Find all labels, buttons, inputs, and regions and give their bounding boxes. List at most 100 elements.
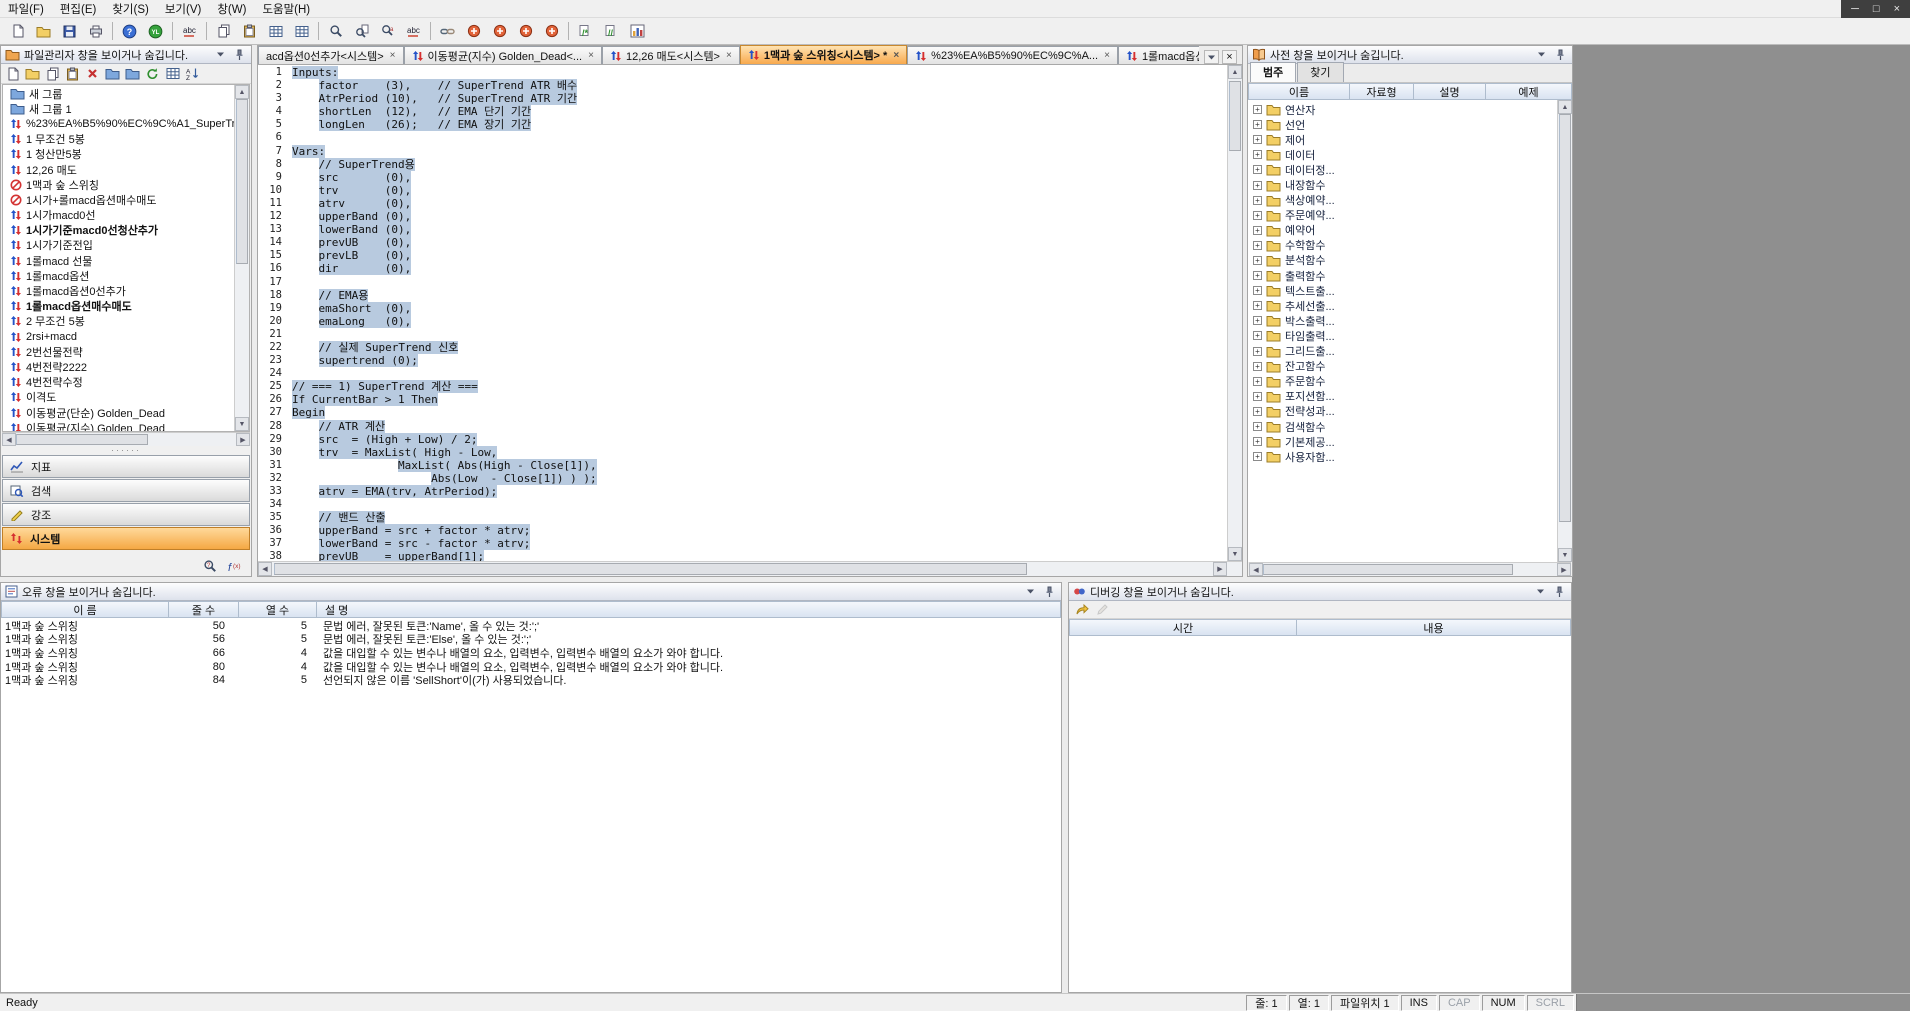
dictionary-tree-item[interactable]: +포지션함... [1248, 389, 1557, 404]
expand-icon[interactable]: + [1253, 407, 1262, 416]
expand-icon[interactable]: + [1253, 362, 1262, 371]
panel-menu-icon[interactable] [1534, 48, 1549, 62]
file-tree-item[interactable]: 이동평균(단순) Golden_Dead [3, 405, 234, 420]
expand-icon[interactable]: + [1253, 392, 1262, 401]
tab-close-icon[interactable]: × [588, 50, 594, 61]
scroll-thumb[interactable] [1229, 81, 1241, 151]
column-header-example[interactable]: 예제 [1486, 83, 1572, 100]
log-output-button[interactable] [1072, 601, 1091, 619]
scroll-thumb[interactable] [16, 434, 148, 445]
dictionary-tree-item[interactable]: +수학함수 [1248, 238, 1557, 253]
file-tree-item[interactable]: %23%EA%B5%90%EC%9C%A1_SuperTrend_% [3, 116, 234, 131]
copy-item-button[interactable] [43, 65, 62, 83]
save-file-button[interactable] [57, 20, 82, 43]
dictionary-tree-item[interactable]: +출력함수 [1248, 268, 1557, 283]
scroll-down-icon[interactable]: ▼ [235, 417, 249, 431]
add-system-button[interactable] [539, 20, 564, 43]
expand-icon[interactable]: + [1253, 241, 1262, 250]
horizontal-scrollbar[interactable]: ◀ ▶ [2, 432, 250, 446]
minimize-button[interactable]: ─ [1851, 0, 1859, 18]
print-button[interactable] [83, 20, 108, 43]
vertical-scrollbar[interactable]: ▲ ▼ [234, 85, 249, 431]
new-item-button[interactable] [3, 65, 22, 83]
expand-icon[interactable]: + [1253, 271, 1262, 280]
export-item-button[interactable] [123, 65, 142, 83]
scroll-thumb[interactable] [236, 99, 248, 264]
file-tree-item[interactable]: 2번선물전략 [3, 344, 234, 359]
horizontal-scrollbar[interactable]: ◀ ▶ [1249, 562, 1571, 576]
editor-tab[interactable]: 이동평균(지수) Golden_Dead<...× [404, 46, 602, 64]
expand-icon[interactable]: + [1253, 301, 1262, 310]
column-header-col[interactable]: 열 수 [239, 601, 317, 618]
tab-close-icon[interactable]: × [726, 50, 732, 61]
file-tree-item[interactable]: 1시가기준전입 [3, 238, 234, 253]
dictionary-tree-item[interactable]: +내장함수 [1248, 177, 1557, 192]
dictionary-tree-item[interactable]: +데이터정... [1248, 162, 1557, 177]
scroll-right-icon[interactable]: ▶ [1557, 563, 1571, 576]
menu-item-5[interactable]: 도움말(H) [254, 0, 318, 19]
expand-icon[interactable]: + [1253, 286, 1262, 295]
dictionary-tab-찾기[interactable]: 찾기 [1297, 62, 1343, 82]
dictionary-tree[interactable]: +연산자+선언+제어+데이터+데이터정...+내장함수+색상예약...+주문예약… [1248, 100, 1557, 562]
scroll-up-icon[interactable]: ▲ [235, 85, 249, 99]
file-tree-item[interactable]: 1롤macd옵션0선추가 [3, 283, 234, 298]
expand-icon[interactable]: + [1253, 211, 1262, 220]
scroll-up-icon[interactable]: ▲ [1558, 100, 1572, 114]
nav-system-button[interactable]: 시스템 [2, 527, 250, 550]
expand-icon[interactable]: + [1253, 256, 1262, 265]
scroll-up-icon[interactable]: ▲ [1228, 65, 1242, 79]
search-tool-button[interactable]: ? [200, 557, 219, 575]
dictionary-tree-item[interactable]: +제어 [1248, 132, 1557, 147]
menu-item-0[interactable]: 파일(F) [0, 0, 52, 19]
file-tree-item[interactable]: 1시가+롤macd옵션매수매도 [3, 192, 234, 207]
menu-item-4[interactable]: 창(W) [209, 0, 254, 19]
replace-button[interactable]: a [375, 20, 400, 43]
restore-button[interactable]: □ [1873, 0, 1880, 18]
dictionary-tree-item[interactable]: +주문예약... [1248, 208, 1557, 223]
column-header-line[interactable]: 줄 수 [169, 601, 239, 618]
show-chart-button[interactable] [625, 20, 650, 43]
column-header-time[interactable]: 시간 [1069, 619, 1297, 636]
find-button[interactable] [323, 20, 348, 43]
editor-vertical-scrollbar[interactable]: ▲ ▼ [1227, 65, 1242, 561]
paste-item-button[interactable] [63, 65, 82, 83]
editor-tab[interactable]: 1롤macd옵션매수매도<시스템>× [1118, 46, 1199, 64]
new-group-button[interactable] [23, 65, 42, 83]
add-search-button[interactable] [487, 20, 512, 43]
editor-tab[interactable]: 12,26 매도<시스템>× [602, 46, 740, 64]
dictionary-tree-item[interactable]: +기본제공... [1248, 434, 1557, 449]
file-tree-item[interactable]: 2 무조건 5봉 [3, 314, 234, 329]
dictionary-tree-item[interactable]: +색상예약... [1248, 193, 1557, 208]
splitter-handle[interactable] [1, 446, 251, 454]
close-document-icon[interactable]: × [1222, 50, 1237, 64]
expand-icon[interactable]: + [1253, 437, 1262, 446]
scroll-left-icon[interactable]: ◀ [258, 562, 272, 576]
code-editor[interactable]: 1Inputs:2 factor (3), // SuperTrend ATR … [258, 65, 1242, 561]
expand-icon[interactable]: + [1253, 105, 1262, 114]
editor-tab[interactable]: acd옵션0선추가<시스템>× [258, 46, 404, 64]
editor-horizontal-scrollbar[interactable]: ◀ ▶ [258, 561, 1227, 576]
vertical-scrollbar[interactable]: ▲ ▼ [1557, 100, 1572, 562]
expand-icon[interactable]: + [1253, 165, 1262, 174]
dictionary-tree-item[interactable]: +그리드출... [1248, 344, 1557, 359]
scroll-thumb[interactable] [274, 563, 1027, 575]
nav-indicator-button[interactable]: 지표 [2, 455, 250, 478]
data-grid-button[interactable] [289, 20, 314, 43]
edit-log-button[interactable] [1093, 601, 1112, 619]
data-sheet-button[interactable] [263, 20, 288, 43]
file-tree-item[interactable]: 4번전략2222 [3, 359, 234, 374]
expand-icon[interactable]: + [1253, 196, 1262, 205]
column-header-desc[interactable]: 설 명 [317, 601, 1061, 618]
file-tree-item[interactable]: 1 청산만5봉 [3, 147, 234, 162]
file-tree-item[interactable]: 1맥과 숲 스위칭 [3, 177, 234, 192]
scroll-left-icon[interactable]: ◀ [2, 433, 16, 446]
dictionary-tree-item[interactable]: +박스출력... [1248, 313, 1557, 328]
column-header-content[interactable]: 내용 [1297, 619, 1571, 636]
dictionary-tree-item[interactable]: +검색함수 [1248, 419, 1557, 434]
scroll-right-icon[interactable]: ▶ [236, 433, 250, 446]
dictionary-tree-item[interactable]: +예약어 [1248, 223, 1557, 238]
add-indicator-button[interactable] [461, 20, 486, 43]
dictionary-tree-item[interactable]: +선언 [1248, 117, 1557, 132]
close-button[interactable]: × [1894, 0, 1900, 18]
dictionary-tree-item[interactable]: +사용자함... [1248, 449, 1557, 464]
